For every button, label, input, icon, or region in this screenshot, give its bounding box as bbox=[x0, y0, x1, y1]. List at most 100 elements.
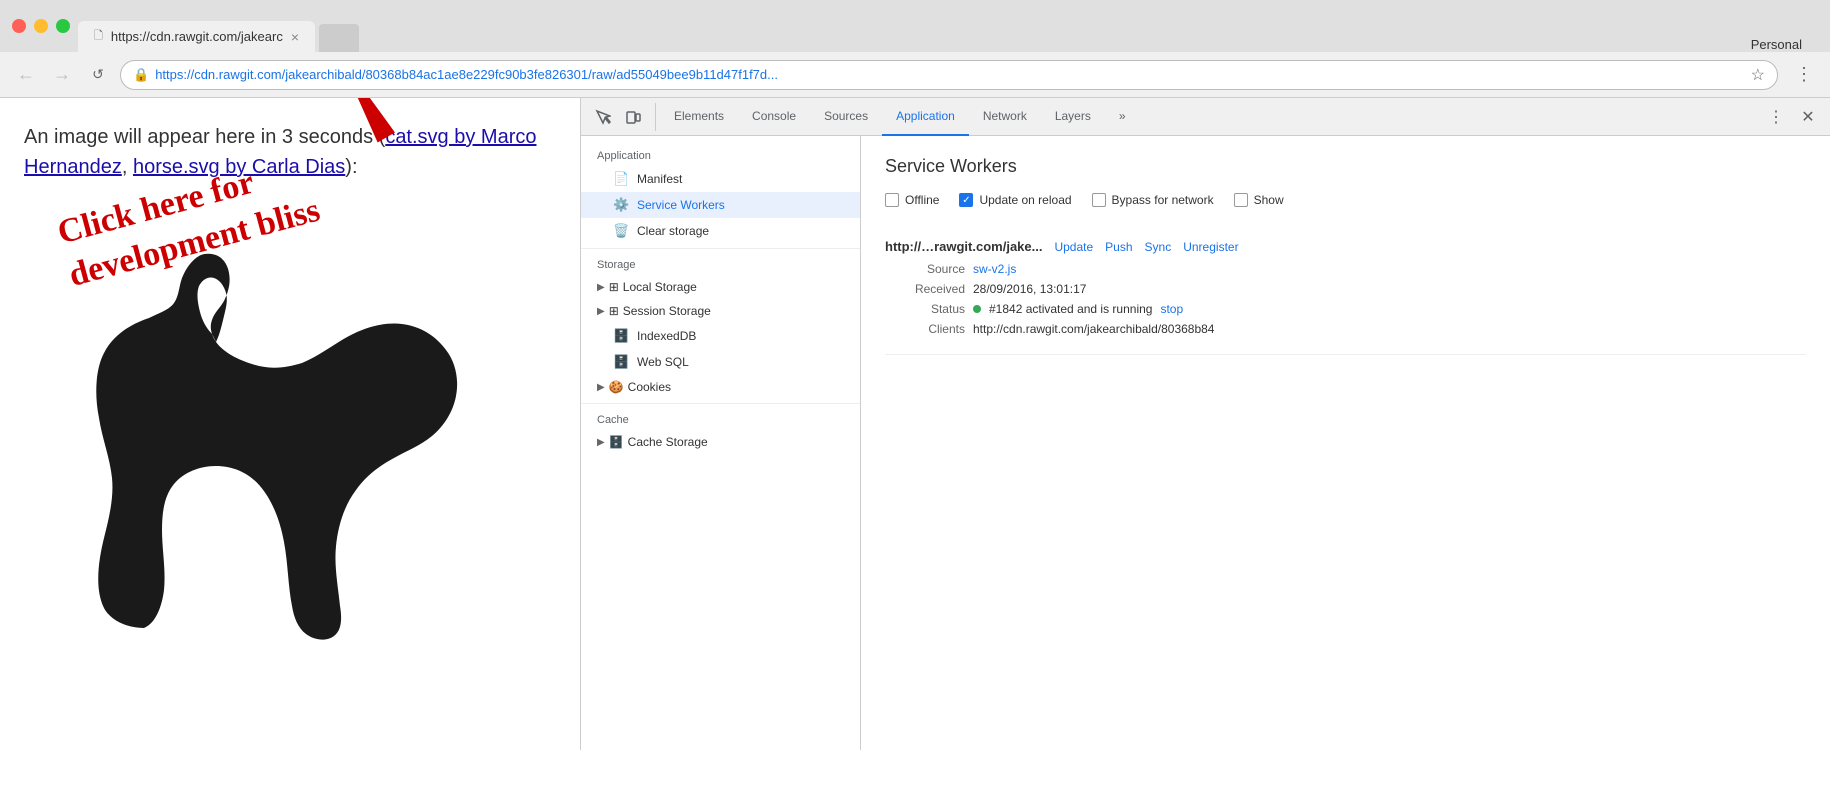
update-on-reload-option[interactable]: ✓ Update on reload bbox=[959, 193, 1071, 207]
tab-url: https://cdn.rawgit.com/jakearc bbox=[111, 29, 283, 44]
sidebar-item-service-workers[interactable]: ⚙️ Service Workers bbox=[581, 192, 860, 218]
update-on-reload-label: Update on reload bbox=[979, 193, 1071, 207]
sidebar-item-cookies[interactable]: ▶ 🍪 Cookies bbox=[581, 375, 860, 399]
maximize-button[interactable] bbox=[56, 19, 70, 33]
tab-console[interactable]: Console bbox=[738, 98, 810, 136]
sidebar-item-cs-icon: 🗄️ bbox=[609, 435, 624, 449]
webpage-text: An image will appear here in 3 seconds (… bbox=[24, 122, 556, 182]
devtools-icon-bar bbox=[581, 103, 656, 131]
close-button[interactable] bbox=[12, 19, 26, 33]
sw-options-row: Offline ✓ Update on reload Bypass for ne… bbox=[885, 193, 1806, 207]
forward-button[interactable]: → bbox=[48, 61, 76, 89]
sidebar-item-ss-icon: ⊞ bbox=[609, 304, 619, 318]
new-tab-button[interactable] bbox=[319, 24, 359, 52]
indexeddb-icon: 🗄️ bbox=[613, 328, 629, 344]
show-checkbox[interactable] bbox=[1234, 193, 1248, 207]
text-comma: , bbox=[122, 156, 133, 178]
update-on-reload-checkbox[interactable]: ✓ bbox=[959, 193, 973, 207]
sidebar-item-cs-label: Clear storage bbox=[637, 224, 709, 238]
sw-update-link[interactable]: Update bbox=[1054, 240, 1093, 254]
device-toolbar-button[interactable] bbox=[619, 103, 647, 131]
devtools-toolbar: Elements Console Sources Application Net… bbox=[581, 98, 1830, 136]
sw-clients-row: Clients http://cdn.rawgit.com/jakearchib… bbox=[885, 322, 1806, 336]
sidebar-item-manifest[interactable]: 📄 Manifest bbox=[581, 166, 860, 192]
tab-close-button[interactable]: × bbox=[291, 29, 299, 45]
tab-application[interactable]: Application bbox=[882, 98, 969, 136]
sw-received-row: Received 28/09/2016, 13:01:17 bbox=[885, 282, 1806, 296]
horse-image bbox=[24, 198, 556, 683]
tab-network[interactable]: Network bbox=[969, 98, 1041, 136]
sidebar-section-application: Application bbox=[581, 144, 860, 166]
element-picker-button[interactable] bbox=[589, 103, 617, 131]
devtools-tabs: Elements Console Sources Application Net… bbox=[656, 98, 1754, 136]
sidebar-item-web-sql[interactable]: 🗄️ Web SQL bbox=[581, 349, 860, 375]
sw-unregister-link[interactable]: Unregister bbox=[1183, 240, 1238, 254]
devtools-sidebar: Application 📄 Manifest ⚙️ Service Worker… bbox=[581, 136, 861, 750]
show-label: Show bbox=[1254, 193, 1284, 207]
tab-elements[interactable]: Elements bbox=[660, 98, 738, 136]
text-before: An image will appear here in 3 seconds ( bbox=[24, 126, 385, 148]
expand-session-storage-icon: ▶ bbox=[597, 306, 605, 317]
offline-option[interactable]: Offline bbox=[885, 193, 939, 207]
sidebar-item-session-storage[interactable]: ▶ ⊞ Session Storage bbox=[581, 299, 860, 323]
sidebar-item-wsql-label: Web SQL bbox=[637, 355, 689, 369]
tab-sources[interactable]: Sources bbox=[810, 98, 882, 136]
bypass-for-network-option[interactable]: Bypass for network bbox=[1092, 193, 1214, 207]
devtools-close-button[interactable]: ✕ bbox=[1794, 103, 1822, 131]
sidebar-item-cookies-label: Cookies bbox=[628, 380, 671, 394]
sw-push-link[interactable]: Push bbox=[1105, 240, 1132, 254]
offline-label: Offline bbox=[905, 193, 939, 207]
secure-icon: 🔒 bbox=[133, 67, 149, 83]
sw-received-value: 28/09/2016, 13:01:17 bbox=[973, 282, 1086, 296]
sw-url: http://…rawgit.com/jake... bbox=[885, 239, 1042, 254]
sidebar-item-local-storage[interactable]: ▶ ⊞ Local Storage bbox=[581, 275, 860, 299]
sw-clients-label: Clients bbox=[885, 322, 965, 336]
navigation-bar: ← → ↺ 🔒 https://cdn.rawgit.com/jakearchi… bbox=[0, 52, 1830, 98]
profile-label: Personal bbox=[1751, 37, 1818, 52]
sw-entry: http://…rawgit.com/jake... Update Push S… bbox=[885, 227, 1806, 355]
sidebar-item-clear-storage[interactable]: 🗑️ Clear storage bbox=[581, 218, 860, 244]
sw-status-row: Status #1842 activated and is running st… bbox=[885, 302, 1806, 316]
sw-status-value: #1842 activated and is running bbox=[989, 302, 1152, 316]
expand-cookies-icon: ▶ bbox=[597, 382, 605, 393]
horse-svg-link[interactable]: horse.svg by Carla Dias bbox=[133, 156, 345, 178]
devtools-more-button[interactable]: ⋮ bbox=[1762, 103, 1790, 131]
bypass-for-network-checkbox[interactable] bbox=[1092, 193, 1106, 207]
sw-source-link[interactable]: sw-v2.js bbox=[973, 262, 1016, 276]
sidebar-item-indexeddb[interactable]: 🗄️ IndexedDB bbox=[581, 323, 860, 349]
status-dot-icon bbox=[973, 305, 981, 313]
service-workers-icon: ⚙️ bbox=[613, 197, 629, 213]
sidebar-item-ls-label: Local Storage bbox=[623, 280, 697, 294]
panel-title: Service Workers bbox=[885, 156, 1806, 177]
menu-button[interactable]: ⋮ bbox=[1790, 61, 1818, 89]
manifest-icon: 📄 bbox=[613, 171, 629, 187]
traffic-lights bbox=[12, 19, 70, 33]
minimize-button[interactable] bbox=[34, 19, 48, 33]
sidebar-item-ss-label: Session Storage bbox=[623, 304, 711, 318]
sidebar-item-idb-label: IndexedDB bbox=[637, 329, 696, 343]
bookmark-icon[interactable]: ☆ bbox=[1751, 65, 1765, 85]
sidebar-section-storage: Storage bbox=[581, 248, 860, 275]
devtools-body: Application 📄 Manifest ⚙️ Service Worker… bbox=[581, 136, 1830, 750]
sidebar-item-cache-storage[interactable]: ▶ 🗄️ Cache Storage bbox=[581, 430, 860, 454]
show-option[interactable]: Show bbox=[1234, 193, 1284, 207]
expand-cache-storage-icon: ▶ bbox=[597, 437, 605, 448]
address-text: https://cdn.rawgit.com/jakearchibald/803… bbox=[155, 67, 1744, 82]
devtools-main-panel: Service Workers Offline ✓ Update on relo… bbox=[861, 136, 1830, 750]
web-sql-icon: 🗄️ bbox=[613, 354, 629, 370]
refresh-button[interactable]: ↺ bbox=[84, 61, 112, 89]
sidebar-item-manifest-label: Manifest bbox=[637, 172, 682, 186]
offline-checkbox[interactable] bbox=[885, 193, 899, 207]
tab-favicon: 🗋 bbox=[94, 27, 103, 46]
sw-status-label: Status bbox=[885, 302, 965, 316]
sw-source-row: Source sw-v2.js bbox=[885, 262, 1806, 276]
clear-storage-icon: 🗑️ bbox=[613, 223, 629, 239]
sw-stop-link[interactable]: stop bbox=[1160, 302, 1183, 316]
back-button[interactable]: ← bbox=[12, 61, 40, 89]
sidebar-section-cache: Cache bbox=[581, 403, 860, 430]
tab-more[interactable]: » bbox=[1105, 98, 1140, 136]
address-bar[interactable]: 🔒 https://cdn.rawgit.com/jakearchibald/8… bbox=[120, 60, 1778, 90]
tab-layers[interactable]: Layers bbox=[1041, 98, 1105, 136]
browser-tab[interactable]: 🗋 https://cdn.rawgit.com/jakearc × bbox=[78, 21, 315, 52]
sw-sync-link[interactable]: Sync bbox=[1145, 240, 1172, 254]
